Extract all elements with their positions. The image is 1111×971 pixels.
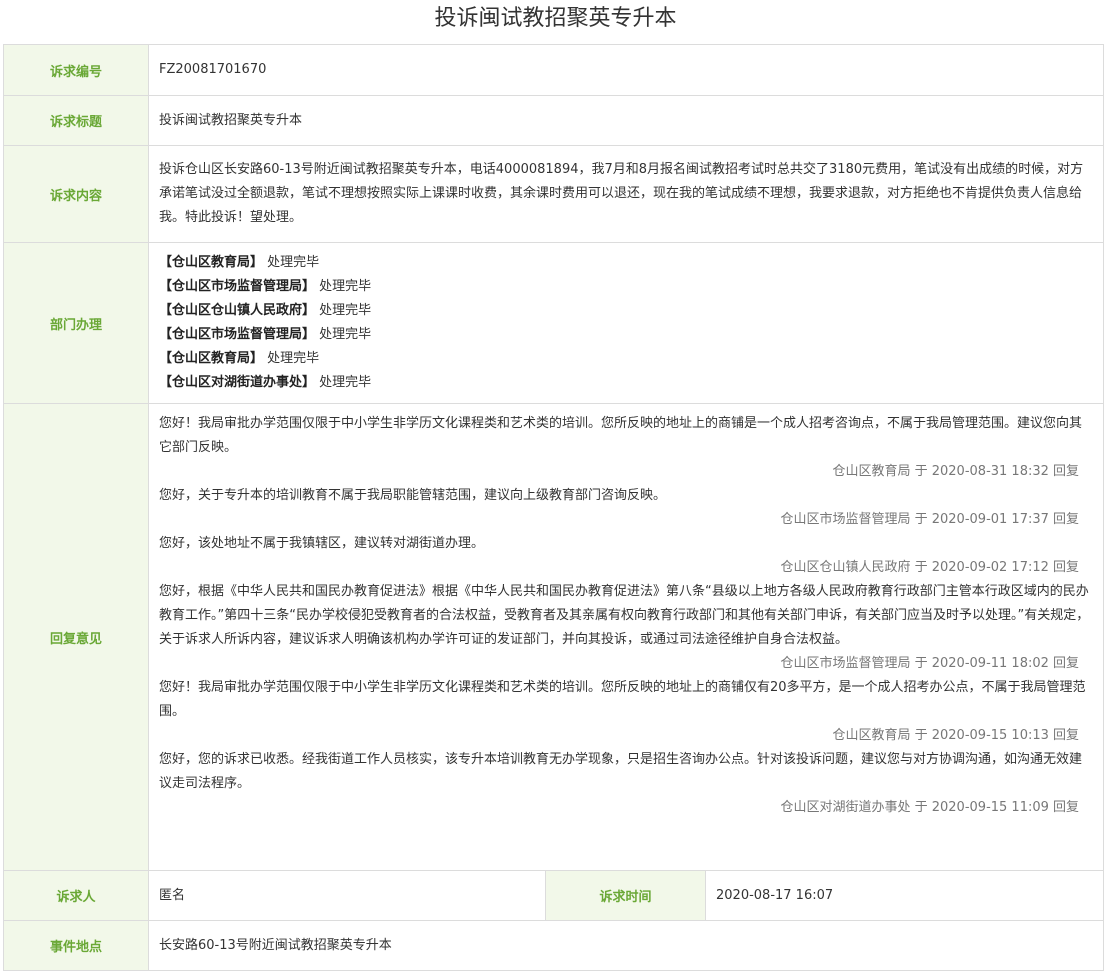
page-title: 投诉闽试教招聚英专升本 xyxy=(434,6,677,31)
department-item: 【仓山区教育局】 处理完毕 xyxy=(159,347,1093,371)
request-time-label: 诉求时间 xyxy=(545,870,706,921)
location-value: 长安路60-13号附近闽试教招聚英专升本 xyxy=(147,920,1105,971)
department-item: 【仓山区教育局】 处理完毕 xyxy=(159,251,1093,275)
reply-meta: 仓山区教育局 于 2020-08-31 18:32 回复 xyxy=(832,464,1080,479)
department-name: 【仓山区市场监督管理局】 xyxy=(159,279,316,294)
reply-text: 您好！我局审批办学范围仅限于中小学生非学历文化课程类和艺术类的培训。您所反映的地… xyxy=(159,680,1086,719)
reply-meta: 仓山区市场监督管理局 于 2020-09-11 18:02 回复 xyxy=(780,656,1080,671)
reply-item: 您好，根据《中华人民共和国民办教育促进法》根据《中华人民共和国民办教育促进法》第… xyxy=(159,580,1093,676)
department-status: 处理完毕 xyxy=(267,255,320,270)
reply-item: 您好，关于专升本的培训教育不属于我局职能管辖范围，建议向上级教育部门咨询反映。 … xyxy=(159,484,1093,532)
location-label: 事件地点 xyxy=(3,920,149,971)
reply-item: 您好，您的诉求已收悉。经我街道工作人员核实，该专升本培训教育无办学现象，只是招生… xyxy=(159,748,1093,820)
code-value: FZ20081701670 xyxy=(147,44,1105,96)
reply-text: 您好，关于专升本的培训教育不属于我局职能管辖范围，建议向上级教育部门咨询反映。 xyxy=(159,488,667,503)
row-location: 事件地点 长安路60-13号附近闽试教招聚英专升本 xyxy=(3,920,1105,971)
requester-label: 诉求人 xyxy=(3,870,149,921)
row-replies: 回复意见 您好！我局审批办学范围仅限于中小学生非学历文化课程类和艺术类的培训。您… xyxy=(3,403,1105,871)
code-label: 诉求编号 xyxy=(3,44,149,96)
row-content: 诉求内容 投诉仓山区长安路60-13号附近闽试教招聚英专升本，电话4000081… xyxy=(3,145,1105,243)
department-name: 【仓山区仓山镇人民政府】 xyxy=(159,303,316,318)
department-status: 处理完毕 xyxy=(319,327,372,342)
reply-text: 您好！我局审批办学范围仅限于中小学生非学历文化课程类和艺术类的培训。您所反映的地… xyxy=(159,416,1083,455)
reply-item: 您好，该处地址不属于我镇辖区，建议转对湖街道办理。 仓山区仓山镇人民政府 于 2… xyxy=(159,532,1093,580)
department-status: 处理完毕 xyxy=(319,303,372,318)
departments-list: 【仓山区教育局】 处理完毕 【仓山区市场监督管理局】 处理完毕 【仓山区仓山镇人… xyxy=(147,242,1105,404)
department-item: 【仓山区仓山镇人民政府】 处理完毕 xyxy=(159,299,1093,323)
reply-text: 您好，您的诉求已收悉。经我街道工作人员核实，该专升本培训教育无办学现象，只是招生… xyxy=(159,752,1083,791)
department-item: 【仓山区市场监督管理局】 处理完毕 xyxy=(159,275,1093,299)
row-requester: 诉求人 匿名 诉求时间 2020-08-17 16:07 xyxy=(3,870,1105,921)
request-time-value: 2020-08-17 16:07 xyxy=(704,870,1105,921)
row-subject: 诉求标题 投诉闽试教招聚英专升本 xyxy=(3,95,1105,146)
content-label: 诉求内容 xyxy=(3,145,149,243)
department-status: 处理完毕 xyxy=(319,279,372,294)
replies-label: 回复意见 xyxy=(3,403,149,871)
department-status: 处理完毕 xyxy=(319,375,372,390)
subject-value: 投诉闽试教招聚英专升本 xyxy=(147,95,1105,146)
content-value: 投诉仓山区长安路60-13号附近闽试教招聚英专升本，电话4000081894，我… xyxy=(147,145,1105,243)
reply-text: 您好，根据《中华人民共和国民办教育促进法》根据《中华人民共和国民办教育促进法》第… xyxy=(159,584,1090,647)
row-departments: 部门办理 【仓山区教育局】 处理完毕 【仓山区市场监督管理局】 处理完毕 【仓山… xyxy=(3,242,1105,404)
departments-label: 部门办理 xyxy=(3,242,149,404)
department-name: 【仓山区教育局】 xyxy=(159,255,264,270)
department-item: 【仓山区对湖街道办事处】 处理完毕 xyxy=(159,371,1093,395)
department-status: 处理完毕 xyxy=(267,351,320,366)
department-name: 【仓山区对湖街道办事处】 xyxy=(159,375,316,390)
replies-list: 您好！我局审批办学范围仅限于中小学生非学历文化课程类和艺术类的培训。您所反映的地… xyxy=(147,403,1105,871)
department-name: 【仓山区市场监督管理局】 xyxy=(159,327,316,342)
reply-text: 您好，该处地址不属于我镇辖区，建议转对湖街道办理。 xyxy=(159,536,485,551)
reply-meta: 仓山区对湖街道办事处 于 2020-09-15 11:09 回复 xyxy=(780,800,1080,815)
reply-meta: 仓山区仓山镇人民政府 于 2020-09-02 17:12 回复 xyxy=(780,560,1080,575)
department-name: 【仓山区教育局】 xyxy=(159,351,264,366)
reply-item: 您好！我局审批办学范围仅限于中小学生非学历文化课程类和艺术类的培训。您所反映的地… xyxy=(159,676,1093,748)
row-code: 诉求编号 FZ20081701670 xyxy=(3,44,1105,96)
subject-label: 诉求标题 xyxy=(3,95,149,146)
reply-item: 您好！我局审批办学范围仅限于中小学生非学历文化课程类和艺术类的培训。您所反映的地… xyxy=(159,412,1093,484)
requester-value: 匿名 xyxy=(148,870,546,921)
reply-meta: 仓山区教育局 于 2020-09-15 10:13 回复 xyxy=(832,728,1080,743)
complaint-detail-table: 诉求编号 FZ20081701670 诉求标题 投诉闽试教招聚英专升本 诉求内容… xyxy=(3,44,1105,971)
reply-meta: 仓山区市场监督管理局 于 2020-09-01 17:37 回复 xyxy=(780,512,1080,527)
department-item: 【仓山区市场监督管理局】 处理完毕 xyxy=(159,323,1093,347)
